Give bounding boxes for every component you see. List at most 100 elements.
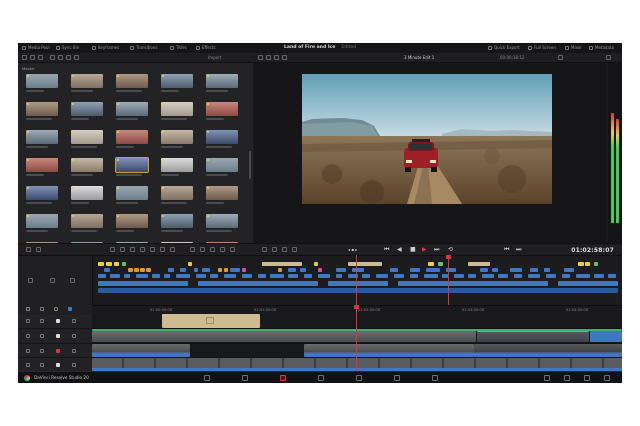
media-thumbnail[interactable] xyxy=(161,130,193,144)
upper-timeline-clip[interactable] xyxy=(594,274,604,278)
upper-timeline-clip[interactable] xyxy=(454,274,464,278)
media-thumbnail[interactable] xyxy=(161,102,193,116)
video-clip-3[interactable] xyxy=(590,331,622,342)
prev-edit-icon[interactable]: ⏮ xyxy=(504,247,509,253)
video-clip-1[interactable] xyxy=(92,331,476,342)
audio-icon[interactable] xyxy=(558,55,563,60)
selection-icon[interactable] xyxy=(68,307,72,311)
upper-timeline-clip[interactable] xyxy=(510,268,522,272)
mini-playhead[interactable] xyxy=(448,255,449,305)
upper-timeline-clip[interactable] xyxy=(480,268,488,272)
upper-timeline-clip[interactable] xyxy=(164,274,170,278)
tool-icon[interactable] xyxy=(26,247,31,252)
fit-icon[interactable] xyxy=(140,247,145,252)
media-thumbnail[interactable] xyxy=(206,214,238,228)
audio-clip-3[interactable] xyxy=(474,344,622,357)
insert-icon[interactable] xyxy=(110,247,115,252)
upper-timeline-clip[interactable] xyxy=(242,274,252,278)
upper-timeline-clip[interactable] xyxy=(288,274,298,278)
viewer-layout-icon[interactable] xyxy=(258,55,263,60)
upper-timeline-clip[interactable] xyxy=(410,274,418,278)
deliver-page-icon[interactable] xyxy=(432,375,438,381)
media-thumbnail[interactable] xyxy=(26,74,58,88)
upper-timeline-clip[interactable] xyxy=(124,274,130,278)
upper-timeline-clip[interactable] xyxy=(110,274,120,278)
upper-timeline-clip[interactable] xyxy=(578,262,584,266)
upper-timeline-clip[interactable] xyxy=(194,268,198,272)
import-button[interactable]: Import xyxy=(208,55,221,60)
upper-timeline-clip[interactable] xyxy=(98,262,104,266)
upper-timeline-clip[interactable] xyxy=(106,262,112,266)
jog-control[interactable]: ◂ ▪ ▸ xyxy=(348,247,357,253)
media-thumbnail[interactable] xyxy=(161,74,193,88)
upper-timeline-clip[interactable] xyxy=(114,262,119,266)
enable-track-icon[interactable] xyxy=(56,362,60,367)
upper-timeline-clip[interactable] xyxy=(188,262,192,266)
smart-insert-icon[interactable] xyxy=(190,247,195,252)
upper-timeline-clip[interactable] xyxy=(394,274,404,278)
upper-timeline-clip[interactable] xyxy=(426,268,440,272)
link-icon[interactable] xyxy=(272,247,277,252)
upper-timeline-clip[interactable] xyxy=(278,268,282,272)
upper-timeline-clip[interactable] xyxy=(242,268,246,272)
enable-track-icon[interactable] xyxy=(56,319,60,323)
media-thumbnail[interactable] xyxy=(206,186,238,200)
snapping-icon[interactable] xyxy=(262,247,267,252)
place-icon[interactable] xyxy=(150,247,155,252)
upper-timeline-clip[interactable] xyxy=(180,268,186,272)
upper-timeline-clip[interactable] xyxy=(362,274,370,278)
blade-icon[interactable] xyxy=(36,247,41,252)
upper-timeline-clip[interactable] xyxy=(98,288,618,293)
upper-timeline-clip[interactable] xyxy=(498,274,508,278)
media-thumbnail[interactable] xyxy=(26,158,58,172)
mixer-button[interactable]: Mixer xyxy=(565,45,582,51)
upper-timeline-clip[interactable] xyxy=(224,268,228,272)
audio-clip-2[interactable] xyxy=(304,344,474,357)
skip-forward-icon[interactable]: ⏭ xyxy=(434,247,439,253)
ripple-icon[interactable] xyxy=(170,247,175,252)
upper-timeline-clip[interactable] xyxy=(336,274,342,278)
audio-clip-4[interactable] xyxy=(92,358,622,371)
fairlight-page-icon[interactable] xyxy=(394,375,400,381)
media-thumbnail[interactable] xyxy=(26,130,58,144)
upper-timeline-clip[interactable] xyxy=(196,274,206,278)
upper-timeline-clip[interactable] xyxy=(262,262,302,266)
lock-icon[interactable] xyxy=(26,362,30,367)
media-thumbnail[interactable] xyxy=(161,214,193,228)
upper-timeline-clip[interactable] xyxy=(128,268,133,272)
append-end-icon[interactable] xyxy=(220,247,225,252)
title-clip[interactable] xyxy=(162,314,260,328)
upper-timeline-clip[interactable] xyxy=(398,281,548,286)
media-thumbnail[interactable] xyxy=(206,102,238,116)
upper-timeline-clip[interactable] xyxy=(428,262,434,266)
upper-timeline-clip[interactable] xyxy=(348,262,382,266)
grid-view-icon[interactable] xyxy=(50,55,55,60)
upper-timeline-clip[interactable] xyxy=(390,268,398,272)
upper-timeline-clip[interactable] xyxy=(376,274,388,278)
bin-list-icon[interactable] xyxy=(22,55,27,60)
media-thumbnail[interactable] xyxy=(71,130,103,144)
track-v1[interactable] xyxy=(92,329,622,344)
lock-icon[interactable] xyxy=(26,348,30,353)
upper-timeline-clip[interactable] xyxy=(224,274,236,278)
track-header-v1[interactable] xyxy=(18,329,93,344)
color-page-icon[interactable] xyxy=(356,375,362,381)
upper-timeline-clip[interactable] xyxy=(122,262,126,266)
help-icon[interactable] xyxy=(604,375,610,381)
record-arm-icon[interactable] xyxy=(56,348,60,353)
overwrite-icon[interactable] xyxy=(120,247,125,252)
sort-icon[interactable] xyxy=(66,55,71,60)
forward-icon[interactable] xyxy=(38,55,43,60)
metadata-button[interactable]: Metadata xyxy=(589,45,614,51)
media-thumbnail[interactable] xyxy=(206,74,238,88)
media-thumbnail[interactable] xyxy=(26,102,58,116)
lock-icon[interactable] xyxy=(26,334,30,338)
upper-timeline-clip[interactable] xyxy=(562,274,570,278)
next-edit-icon[interactable]: ⏭ xyxy=(516,247,521,253)
upper-timeline-clip[interactable] xyxy=(152,274,160,278)
append-icon[interactable] xyxy=(160,247,165,252)
upper-timeline-clip[interactable] xyxy=(318,268,322,272)
media-thumbnail[interactable] xyxy=(71,102,103,116)
track-monitor-icon[interactable] xyxy=(72,319,76,323)
cut-page-icon[interactable] xyxy=(242,375,248,381)
